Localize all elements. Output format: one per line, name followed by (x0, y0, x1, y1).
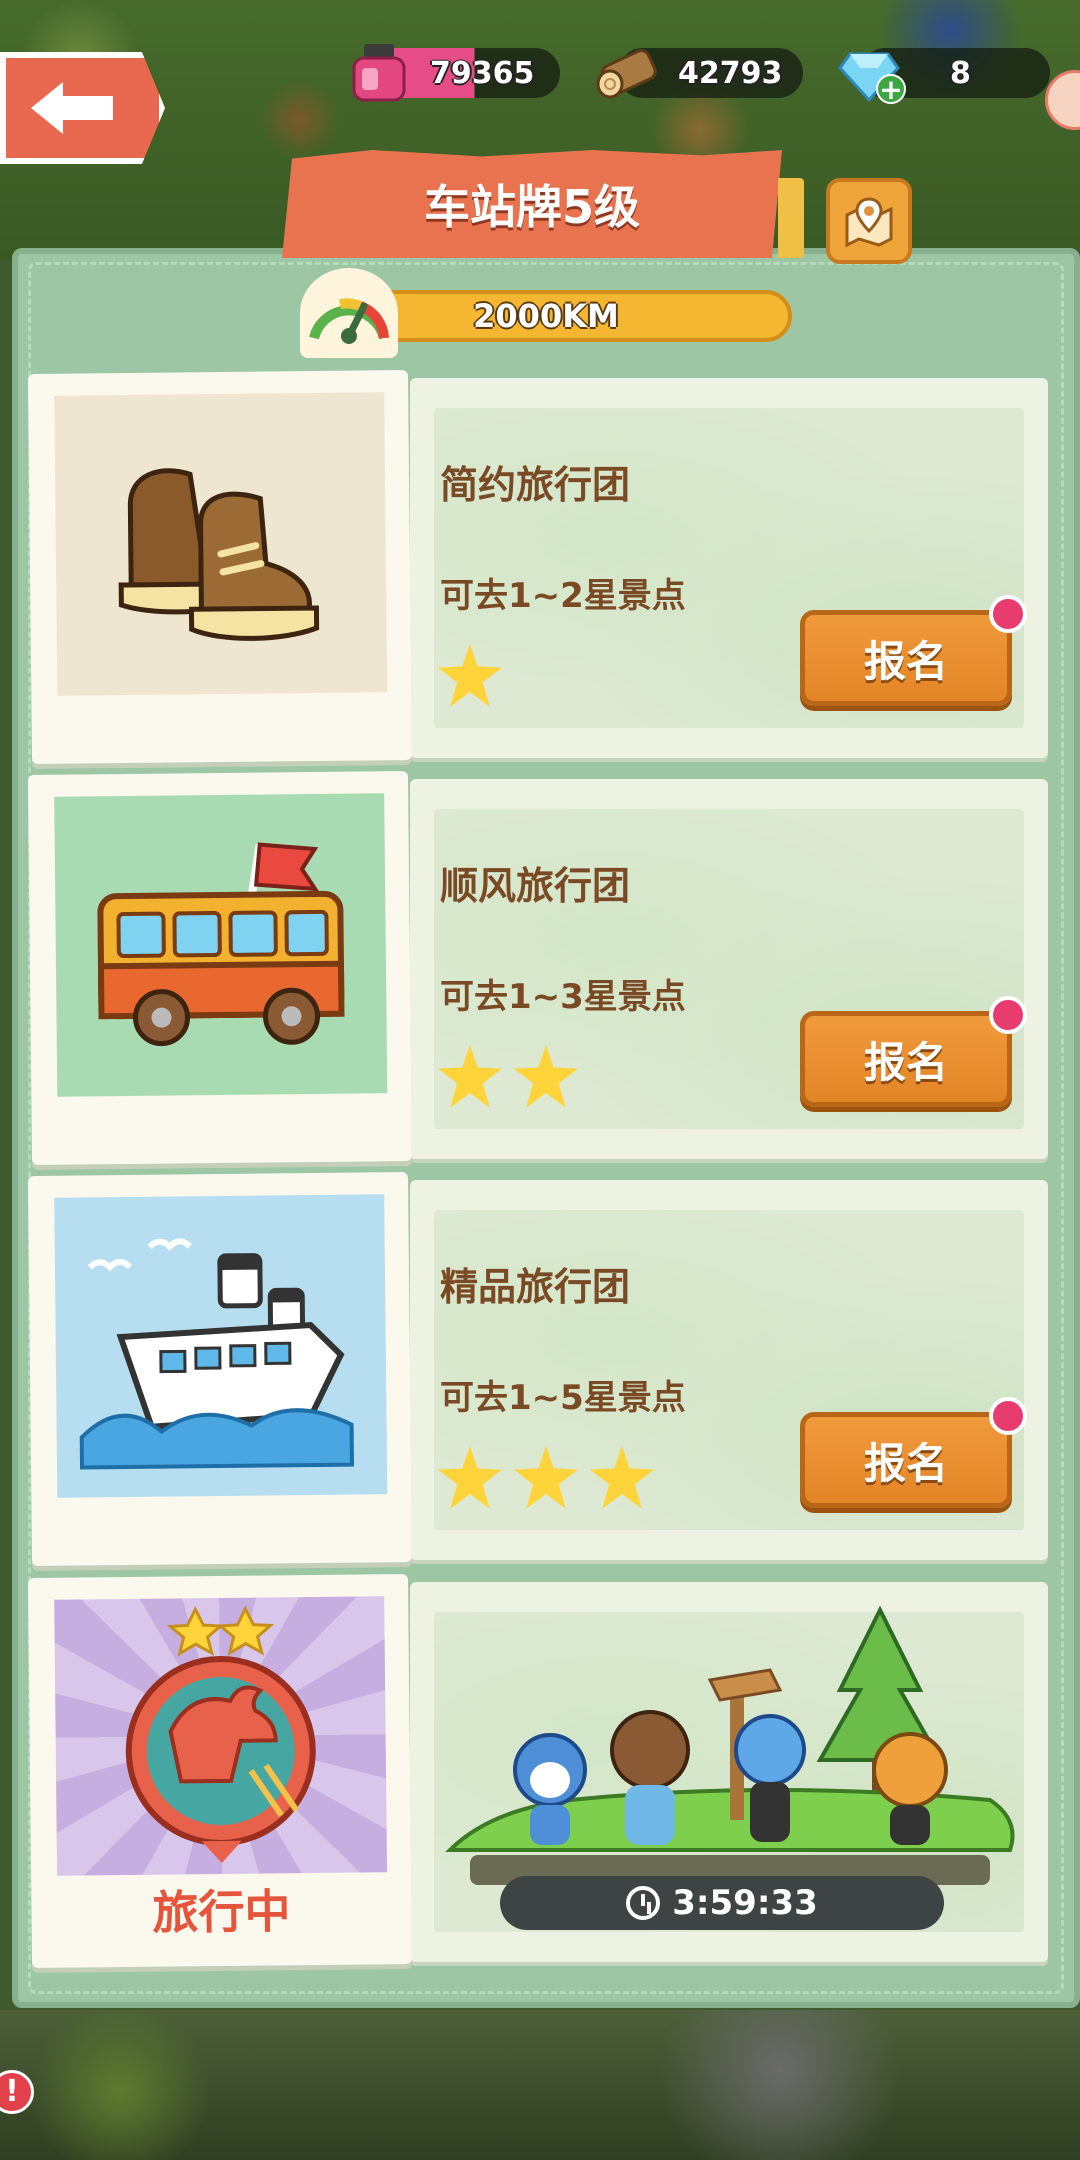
star-icon (438, 644, 502, 707)
star-rating (438, 644, 502, 708)
card-photo (27, 771, 413, 1165)
star-rating (438, 1045, 578, 1109)
bus-icon (54, 793, 388, 1097)
gem-resource[interactable]: + 8 (838, 48, 1050, 104)
banner-tab (778, 178, 804, 258)
distance-value: 2000KM (473, 297, 619, 335)
map-pin-icon (845, 197, 893, 248)
notification-dot (989, 996, 1027, 1034)
clock-icon (626, 1886, 661, 1920)
star-icon (514, 1446, 578, 1509)
notification-dot (989, 1397, 1027, 1435)
back-button[interactable] (0, 52, 165, 164)
timer-value: 3:59:33 (672, 1883, 818, 1923)
group-name: 简约旅行团 (440, 463, 631, 507)
group-desc: 可去1~2星景点 (440, 576, 686, 616)
star-rating (438, 1446, 654, 1510)
group-card-1: 简约旅行团 可去1~2星景点 报名 (27, 370, 1050, 764)
card-photo (27, 1172, 413, 1566)
notification-dot (989, 595, 1027, 633)
star-icon (514, 1045, 578, 1108)
card-photo (27, 370, 413, 764)
signup-button[interactable]: 报名 (800, 1397, 1027, 1508)
signup-button[interactable]: 报名 (800, 996, 1027, 1107)
trip-timer: 3:59:33 (500, 1876, 944, 1930)
dragon-boat-badge-icon (54, 1596, 388, 1876)
group-card-2: 顺风旅行团 可去1~3星景点 报名 (27, 771, 1050, 1165)
boots-icon (54, 392, 388, 696)
speedometer-icon (300, 268, 398, 358)
ship-icon (54, 1194, 388, 1498)
add-gems-icon[interactable]: + (876, 74, 906, 104)
ink-bottle-icon (352, 44, 406, 102)
page-title: 车站牌5级 (423, 180, 640, 234)
group-card-3: 精品旅行团 可去1~5星景点 报名 (27, 1172, 1050, 1566)
star-icon (438, 1045, 502, 1108)
map-button[interactable] (826, 178, 912, 264)
active-trip-card[interactable]: 旅行中 3:59:33 (27, 1574, 1050, 1968)
star-icon (438, 1446, 502, 1509)
card-photo: 旅行中 (27, 1574, 413, 1968)
star-icon (590, 1446, 654, 1509)
wood-resource: 42793 (596, 48, 803, 99)
ink-resource: 79365 (352, 44, 560, 102)
trip-status: 旅行中 (152, 1884, 291, 1940)
wood-log-icon (596, 49, 657, 99)
game-background-bottom (0, 2010, 1080, 2160)
group-desc: 可去1~5星景点 (440, 1378, 686, 1418)
group-name: 精品旅行团 (440, 1265, 631, 1309)
arrow-left-icon (30, 82, 113, 134)
group-name: 顺风旅行团 (440, 864, 631, 908)
group-desc: 可去1~3星景点 (440, 977, 686, 1017)
signup-button[interactable]: 报名 (800, 595, 1027, 706)
title-banner: 车站牌5级 (282, 150, 782, 258)
